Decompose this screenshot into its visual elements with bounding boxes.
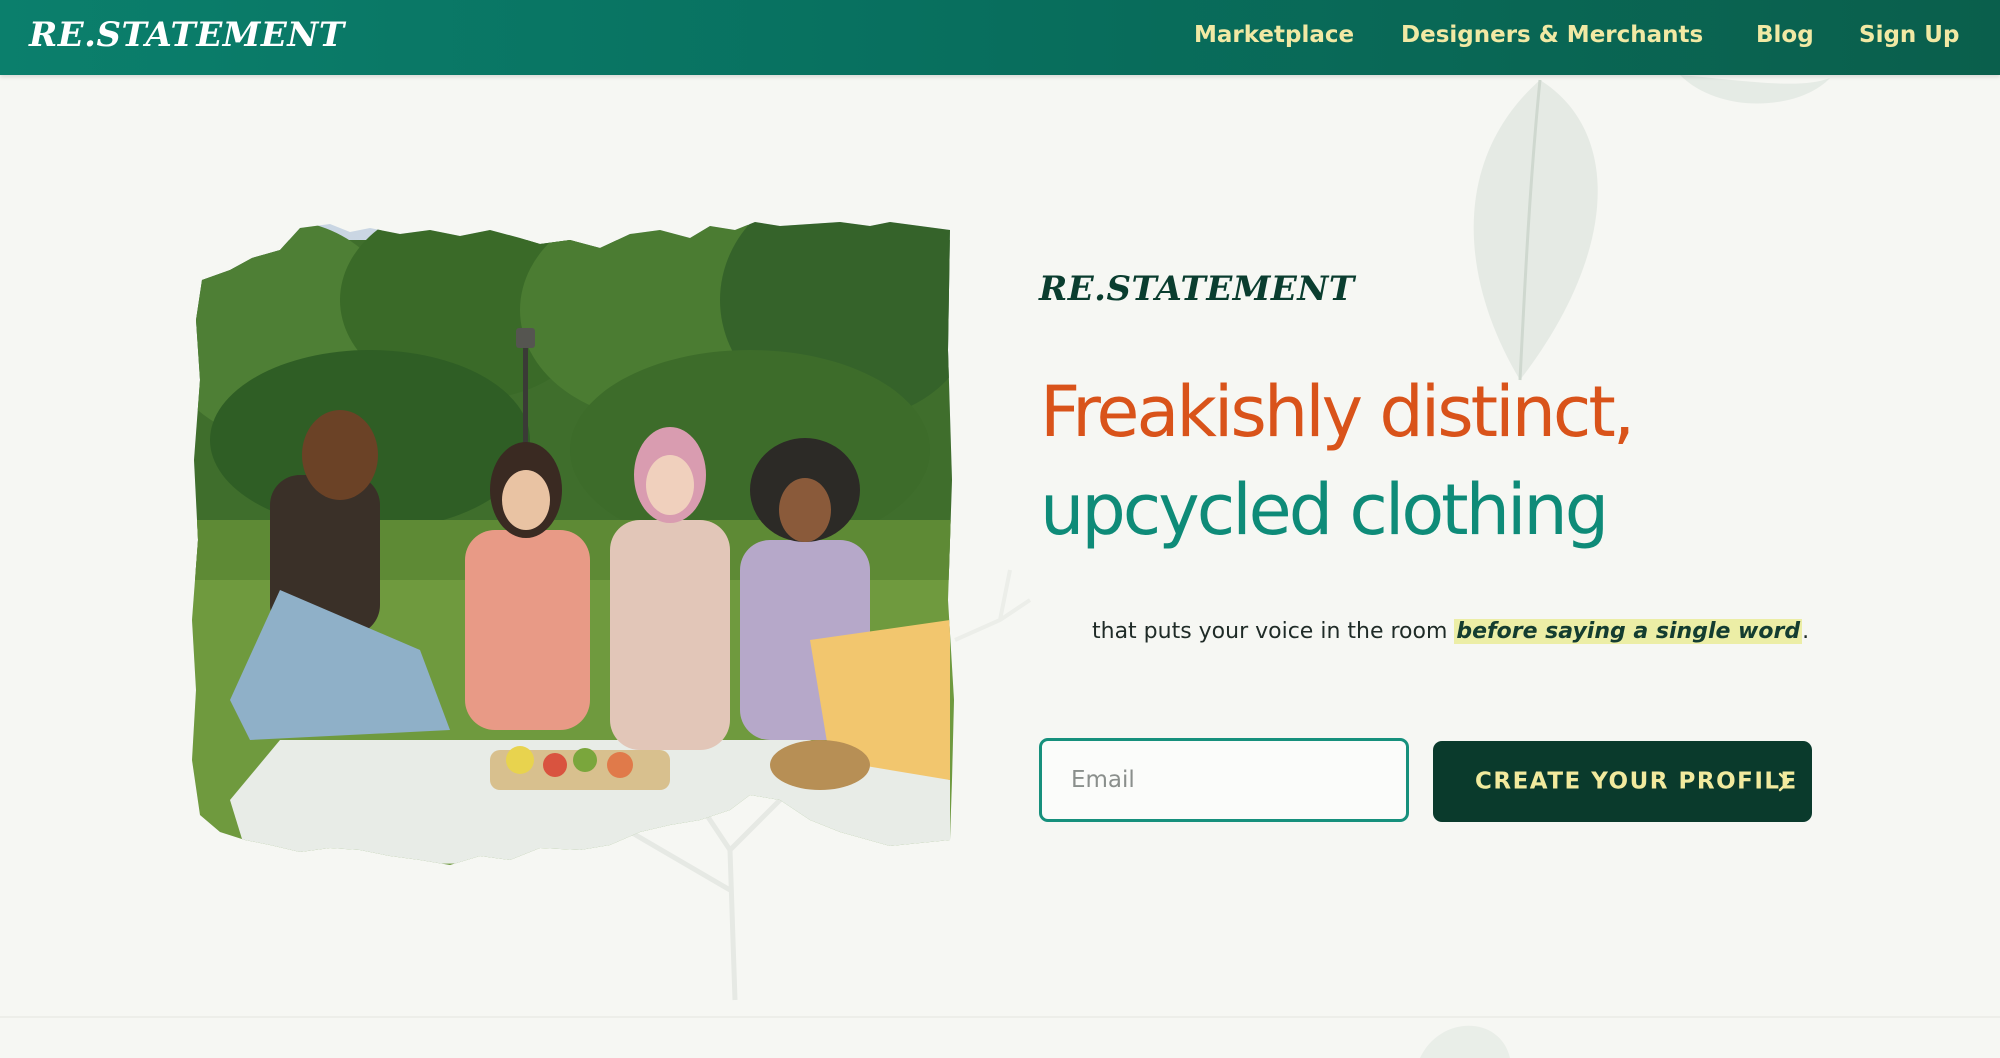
top-navbar: RE.STATEMENT Marketplace Designers & Mer… <box>0 0 2000 75</box>
header-logo[interactable]: RE.STATEMENT <box>29 14 345 56</box>
nav-link-sign-up[interactable]: Sign Up <box>1859 20 1959 50</box>
section-divider <box>0 1016 2000 1018</box>
tagline-suffix: . <box>1802 619 1810 644</box>
nav-link-marketplace[interactable]: Marketplace <box>1194 20 1354 50</box>
tagline-emphasis: before saying a single word <box>1454 619 1803 644</box>
headline-line-2: upcycled clothing <box>1040 469 1609 551</box>
chevron-right-icon <box>1778 772 1790 792</box>
hero-tagline: that puts your voice in the room before … <box>1092 616 1809 648</box>
headline-line-1: Freakishly distinct, <box>1040 371 1635 453</box>
create-profile-label: CREATE YOUR PROFILE <box>1475 768 1798 795</box>
email-field[interactable] <box>1039 738 1409 822</box>
tagline-text: that puts your voice in the room <box>1092 619 1455 644</box>
nav-link-blog[interactable]: Blog <box>1756 20 1814 50</box>
create-profile-button[interactable]: CREATE YOUR PROFILE <box>1433 741 1812 822</box>
hero-brand-logo: RE.STATEMENT <box>1039 269 1355 309</box>
hero-picnic-photo <box>192 222 954 865</box>
nav-link-designers-merchants[interactable]: Designers & Merchants <box>1401 20 1703 50</box>
